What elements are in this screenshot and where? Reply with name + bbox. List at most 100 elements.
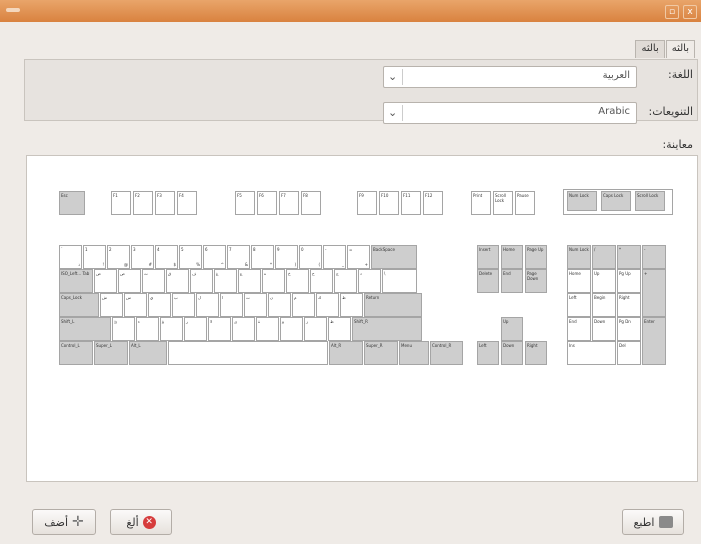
chevron-down-icon: ⌄ [388,106,398,119]
key-sublabel: $ [173,262,176,267]
key-f8: F8 [301,191,321,215]
key-num-divide: / [592,245,616,269]
key-page-up: Page Up [525,245,547,269]
key-page-down: Page Down [525,269,547,293]
key-space [168,341,328,365]
key-row4: ر [184,317,207,341]
key-insert: Insert [477,245,499,269]
indicator-num-lock: Num Lock [567,191,597,211]
key-row2: ه [262,269,285,293]
key-row2: ف [190,269,213,293]
key-menu: Menu [399,341,429,365]
variants-combo[interactable]: ⌄ Arabic [383,102,637,124]
language-value: العربية [602,70,630,81]
key-sublabel: ) [294,262,296,267]
tab-layout-1[interactable]: بالثه [665,40,695,58]
add-button-label: أضف [44,515,69,529]
key-arrow-right: Right [525,341,547,365]
key-super-left: Super_L [94,341,128,365]
key-row2: غ [214,269,237,293]
key-enter: Return [364,293,422,317]
key-row4: ظ [328,317,351,341]
print-button[interactable]: اطبع [622,509,684,535]
key-f2: F2 [133,191,153,215]
key-backspace: BackSpace [371,245,417,269]
key-alt-right: Alt_R [329,341,363,365]
key-num-enter: Enter [642,317,666,365]
key-row1: 6 ^ [203,245,226,269]
preview-label: معاينة: [662,138,693,151]
key-f7: F7 [279,191,299,215]
key-sublabel: ^ [220,262,224,267]
key-row1: ` ذ [59,245,82,269]
key-sublabel: + [364,262,368,267]
key-row2: د [358,269,381,293]
key-tab: ISO_Left... Tab [59,269,93,293]
key-row2: ح [310,269,333,293]
key-row4: ز [304,317,327,341]
key-num-8: Up [592,269,616,293]
key-row1: 1! [83,245,106,269]
tab-layout-2[interactable]: بالثه [635,40,665,58]
key-row3: ل [196,293,219,317]
key-row3: ي [148,293,171,317]
key-super-right: Super_R [364,341,398,365]
indicator-caps-lock: Caps Lock [601,191,631,211]
chevron-down-icon: ⌄ [388,70,398,83]
key-num-2: Down [592,317,616,341]
key-row1: = + [347,245,370,269]
key-row3: ط [340,293,363,317]
key-row3: ش [100,293,123,317]
language-combo[interactable]: ⌄ العربية [383,66,637,88]
key-row3: ب [172,293,195,317]
key-f3: F3 [155,191,175,215]
key-row2: ث [142,269,165,293]
key-row1: 4 $ [155,245,178,269]
key-sublabel: ذ [78,262,80,267]
key-num-plus: + [642,269,666,317]
key-row3: ت [244,293,267,317]
key-shift-right: Shift_R [352,317,422,341]
key-arrow-down: Down [501,341,523,365]
combo-separator [402,105,403,121]
key-row1: 2 @ [107,245,130,269]
key-f12: F12 [423,191,443,215]
key-row1: 7 & [227,245,250,269]
variants-value: Arabic [598,106,630,117]
key-num-minus: - [642,245,666,269]
key-scroll-lock: Scroll Lock [493,191,513,215]
key-row1: - _ [323,245,346,269]
key-row4: لا [208,317,231,341]
add-button[interactable]: ✛ أضف [32,509,96,535]
language-label: اللغة: [668,68,693,81]
key-num-0: Ins [567,341,616,365]
key-pause: Pause [515,191,535,215]
key-row2: ق [166,269,189,293]
key-row4: ء [136,317,159,341]
key-row4: ؤ [160,317,183,341]
window-menu-icon[interactable] [6,8,20,12]
key-arrow-left: Left [477,341,499,365]
keyboard-preview: Esc F1 F2 F3 F4 F5 F6 F7 F8 F9 F10 F11 F12 Print Scrol… [26,155,698,482]
key-esc: Esc [59,191,85,215]
key-num-5: Begin [592,293,616,317]
key-sublabel: & [244,262,248,267]
key-f5: F5 [235,191,255,215]
key-num-6: Right [617,293,641,317]
combo-separator [402,69,403,85]
key-f10: F10 [379,191,399,215]
key-row1: 0( [299,245,322,269]
key-num-7: Home [567,269,591,293]
key-row2: خ [286,269,309,293]
key-row2: ض [94,269,117,293]
close-button[interactable]: x [683,5,697,19]
plus-icon: ✛ [72,514,84,530]
maximize-button[interactable]: ▫ [665,5,679,19]
key-num-1: End [567,317,591,341]
key-row1: 9) [275,245,298,269]
key-row2: ع [238,269,261,293]
key-row2: ج [334,269,357,293]
cancel-button[interactable]: ✕ ألغ [110,509,172,535]
key-sublabel: @ [124,262,128,267]
key-alt-left: Alt_L [129,341,167,365]
